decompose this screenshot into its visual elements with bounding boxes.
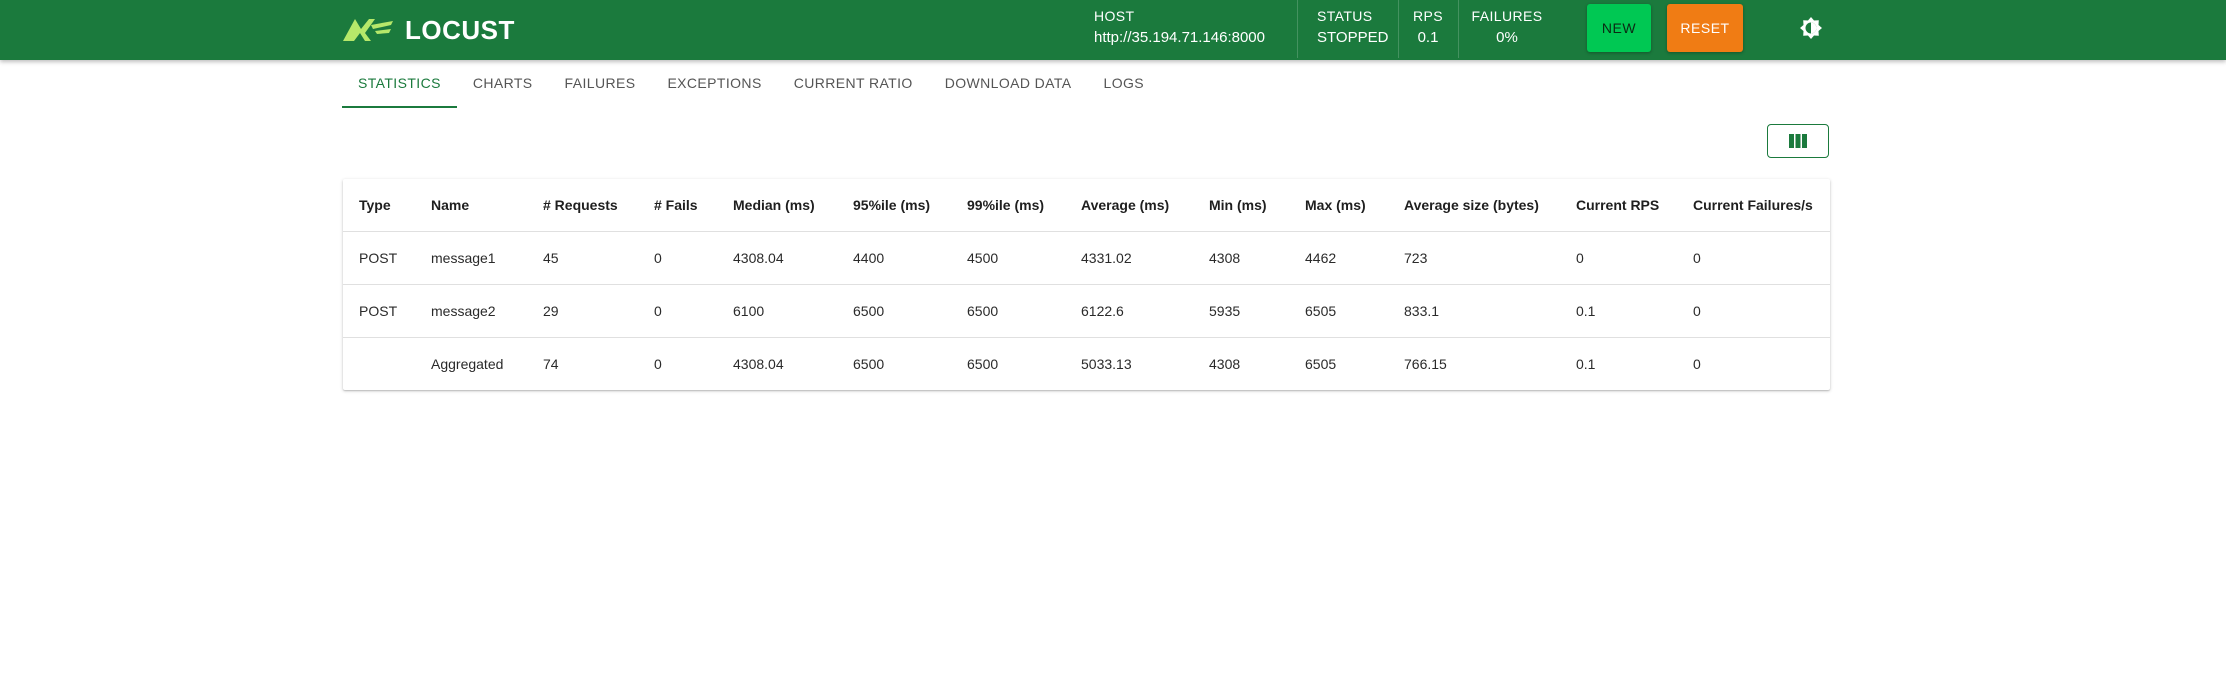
- table-cell: 4400: [837, 231, 951, 285]
- table-cell: 0: [1560, 231, 1677, 285]
- theme-toggle-icon: [1800, 17, 1822, 39]
- table-cell: 4308: [1193, 231, 1289, 285]
- table-cell: 4308.04: [733, 356, 784, 372]
- failures-stat: FAILURES 0%: [1471, 5, 1543, 49]
- tab-logs[interactable]: LOGS: [1088, 60, 1161, 108]
- divider: [1458, 0, 1459, 58]
- column-header[interactable]: 99%ile (ms): [951, 179, 1065, 232]
- table-cell: 5935: [1193, 284, 1289, 338]
- table-cell: Aggregated: [431, 356, 504, 372]
- column-header[interactable]: # Fails: [638, 179, 717, 232]
- tab-failures[interactable]: FAILURES: [549, 60, 652, 108]
- table-cell: message2: [415, 284, 527, 338]
- table-cell: [343, 338, 415, 391]
- reset-stats-button[interactable]: RESET: [1667, 4, 1743, 52]
- table-cell: 0: [1677, 284, 1830, 338]
- tab-current-ratio[interactable]: CURRENT RATIO: [778, 60, 929, 108]
- view-columns-icon: [1789, 134, 1807, 148]
- status-stat: STATUS STOPPED: [1317, 5, 1388, 49]
- table-cell: 4331.02: [1065, 231, 1193, 285]
- table-cell: 6500: [951, 284, 1065, 338]
- table-cell: 29: [527, 284, 638, 338]
- column-header[interactable]: Current RPS: [1560, 179, 1677, 232]
- theme-toggle-button[interactable]: [1797, 14, 1825, 42]
- table-row: POST message1 45 0 4308.04 4400 4500 433…: [343, 231, 1830, 285]
- table-cell: 4500: [951, 231, 1065, 285]
- table-row: POST message2 29 0 6100 6500 6500 6122.6…: [343, 284, 1830, 338]
- tab-download-data[interactable]: DOWNLOAD DATA: [929, 60, 1088, 108]
- table-cell: 0: [638, 231, 717, 285]
- statistics-table-card: Type Name # Requests # Fails Median (ms)…: [343, 179, 1830, 390]
- table-cell: 0.1: [1576, 356, 1596, 372]
- divider: [1297, 0, 1298, 58]
- select-columns-button[interactable]: [1767, 124, 1829, 158]
- table-cell: 5033.13: [1081, 356, 1132, 372]
- table-cell: 0.1: [1560, 284, 1677, 338]
- table-cell: 4308.04: [717, 231, 837, 285]
- table-cell: POST: [343, 231, 415, 285]
- tab-exceptions[interactable]: EXCEPTIONS: [651, 60, 777, 108]
- failures-value: 0%: [1496, 29, 1518, 46]
- table-header-row: Type Name # Requests # Fails Median (ms)…: [343, 179, 1830, 232]
- new-test-button[interactable]: NEW: [1587, 4, 1651, 52]
- table-cell: 6500: [837, 284, 951, 338]
- rps-value: 0.1: [1417, 29, 1439, 46]
- tab-charts[interactable]: CHARTS: [457, 60, 549, 108]
- table-cell: 4308: [1209, 356, 1241, 372]
- table-cell: 45: [527, 231, 638, 285]
- column-header[interactable]: # Requests: [527, 179, 638, 232]
- host-stat: HOST http://35.194.71.146:8000: [1094, 5, 1265, 49]
- column-header[interactable]: 95%ile (ms): [837, 179, 951, 232]
- column-header[interactable]: Average size (bytes): [1388, 179, 1560, 232]
- table-cell: 766.15: [1404, 356, 1447, 372]
- table-cell: 723: [1388, 231, 1560, 285]
- table-cell: 74: [543, 356, 559, 372]
- locust-logo[interactable]: LOCUST: [341, 14, 515, 46]
- table-cell: POST: [343, 284, 415, 338]
- table-cell: 6500: [853, 356, 885, 372]
- failures-label: FAILURES: [1471, 8, 1543, 24]
- table-cell: 0: [1693, 356, 1701, 372]
- table-cell: 6505: [1289, 284, 1388, 338]
- column-header[interactable]: Average (ms): [1065, 179, 1193, 232]
- table-cell: message1: [415, 231, 527, 285]
- status-value: STOPPED: [1317, 29, 1389, 46]
- column-header[interactable]: Median (ms): [717, 179, 837, 232]
- rps-stat: RPS 0.1: [1410, 5, 1446, 49]
- column-header[interactable]: Name: [415, 179, 527, 232]
- column-header[interactable]: Min (ms): [1193, 179, 1289, 232]
- table-cell: 0: [638, 284, 717, 338]
- status-label: STATUS: [1317, 8, 1373, 24]
- table-cell: 6500: [967, 356, 999, 372]
- divider: [1398, 0, 1399, 58]
- top-bar: LOCUST HOST http://35.194.71.146:8000 ST…: [0, 0, 2226, 60]
- table-cell: 833.1: [1388, 284, 1560, 338]
- tab-bar: STATISTICS CHARTS FAILURES EXCEPTIONS CU…: [342, 60, 1160, 108]
- column-header[interactable]: Current Failures/s: [1677, 179, 1830, 232]
- column-header[interactable]: Type: [343, 179, 415, 232]
- table-cell: 4462: [1289, 231, 1388, 285]
- locust-logo-icon: [343, 19, 393, 41]
- table-row-aggregated: Aggregated 74 0 4308.04 6500 6500 5033.1…: [343, 338, 1830, 391]
- table-cell: 0: [1677, 231, 1830, 285]
- host-value: http://35.194.71.146:8000: [1094, 29, 1265, 46]
- host-label: HOST: [1094, 8, 1135, 24]
- table-cell: 6505: [1305, 356, 1337, 372]
- table-cell: 6122.6: [1065, 284, 1193, 338]
- table-cell: 6100: [717, 284, 837, 338]
- rps-label: RPS: [1413, 8, 1443, 24]
- app-name: LOCUST: [405, 15, 515, 45]
- column-header[interactable]: Max (ms): [1289, 179, 1388, 232]
- tab-statistics[interactable]: STATISTICS: [342, 60, 457, 108]
- table-cell: 0: [654, 356, 662, 372]
- statistics-table: Type Name # Requests # Fails Median (ms)…: [343, 179, 1830, 390]
